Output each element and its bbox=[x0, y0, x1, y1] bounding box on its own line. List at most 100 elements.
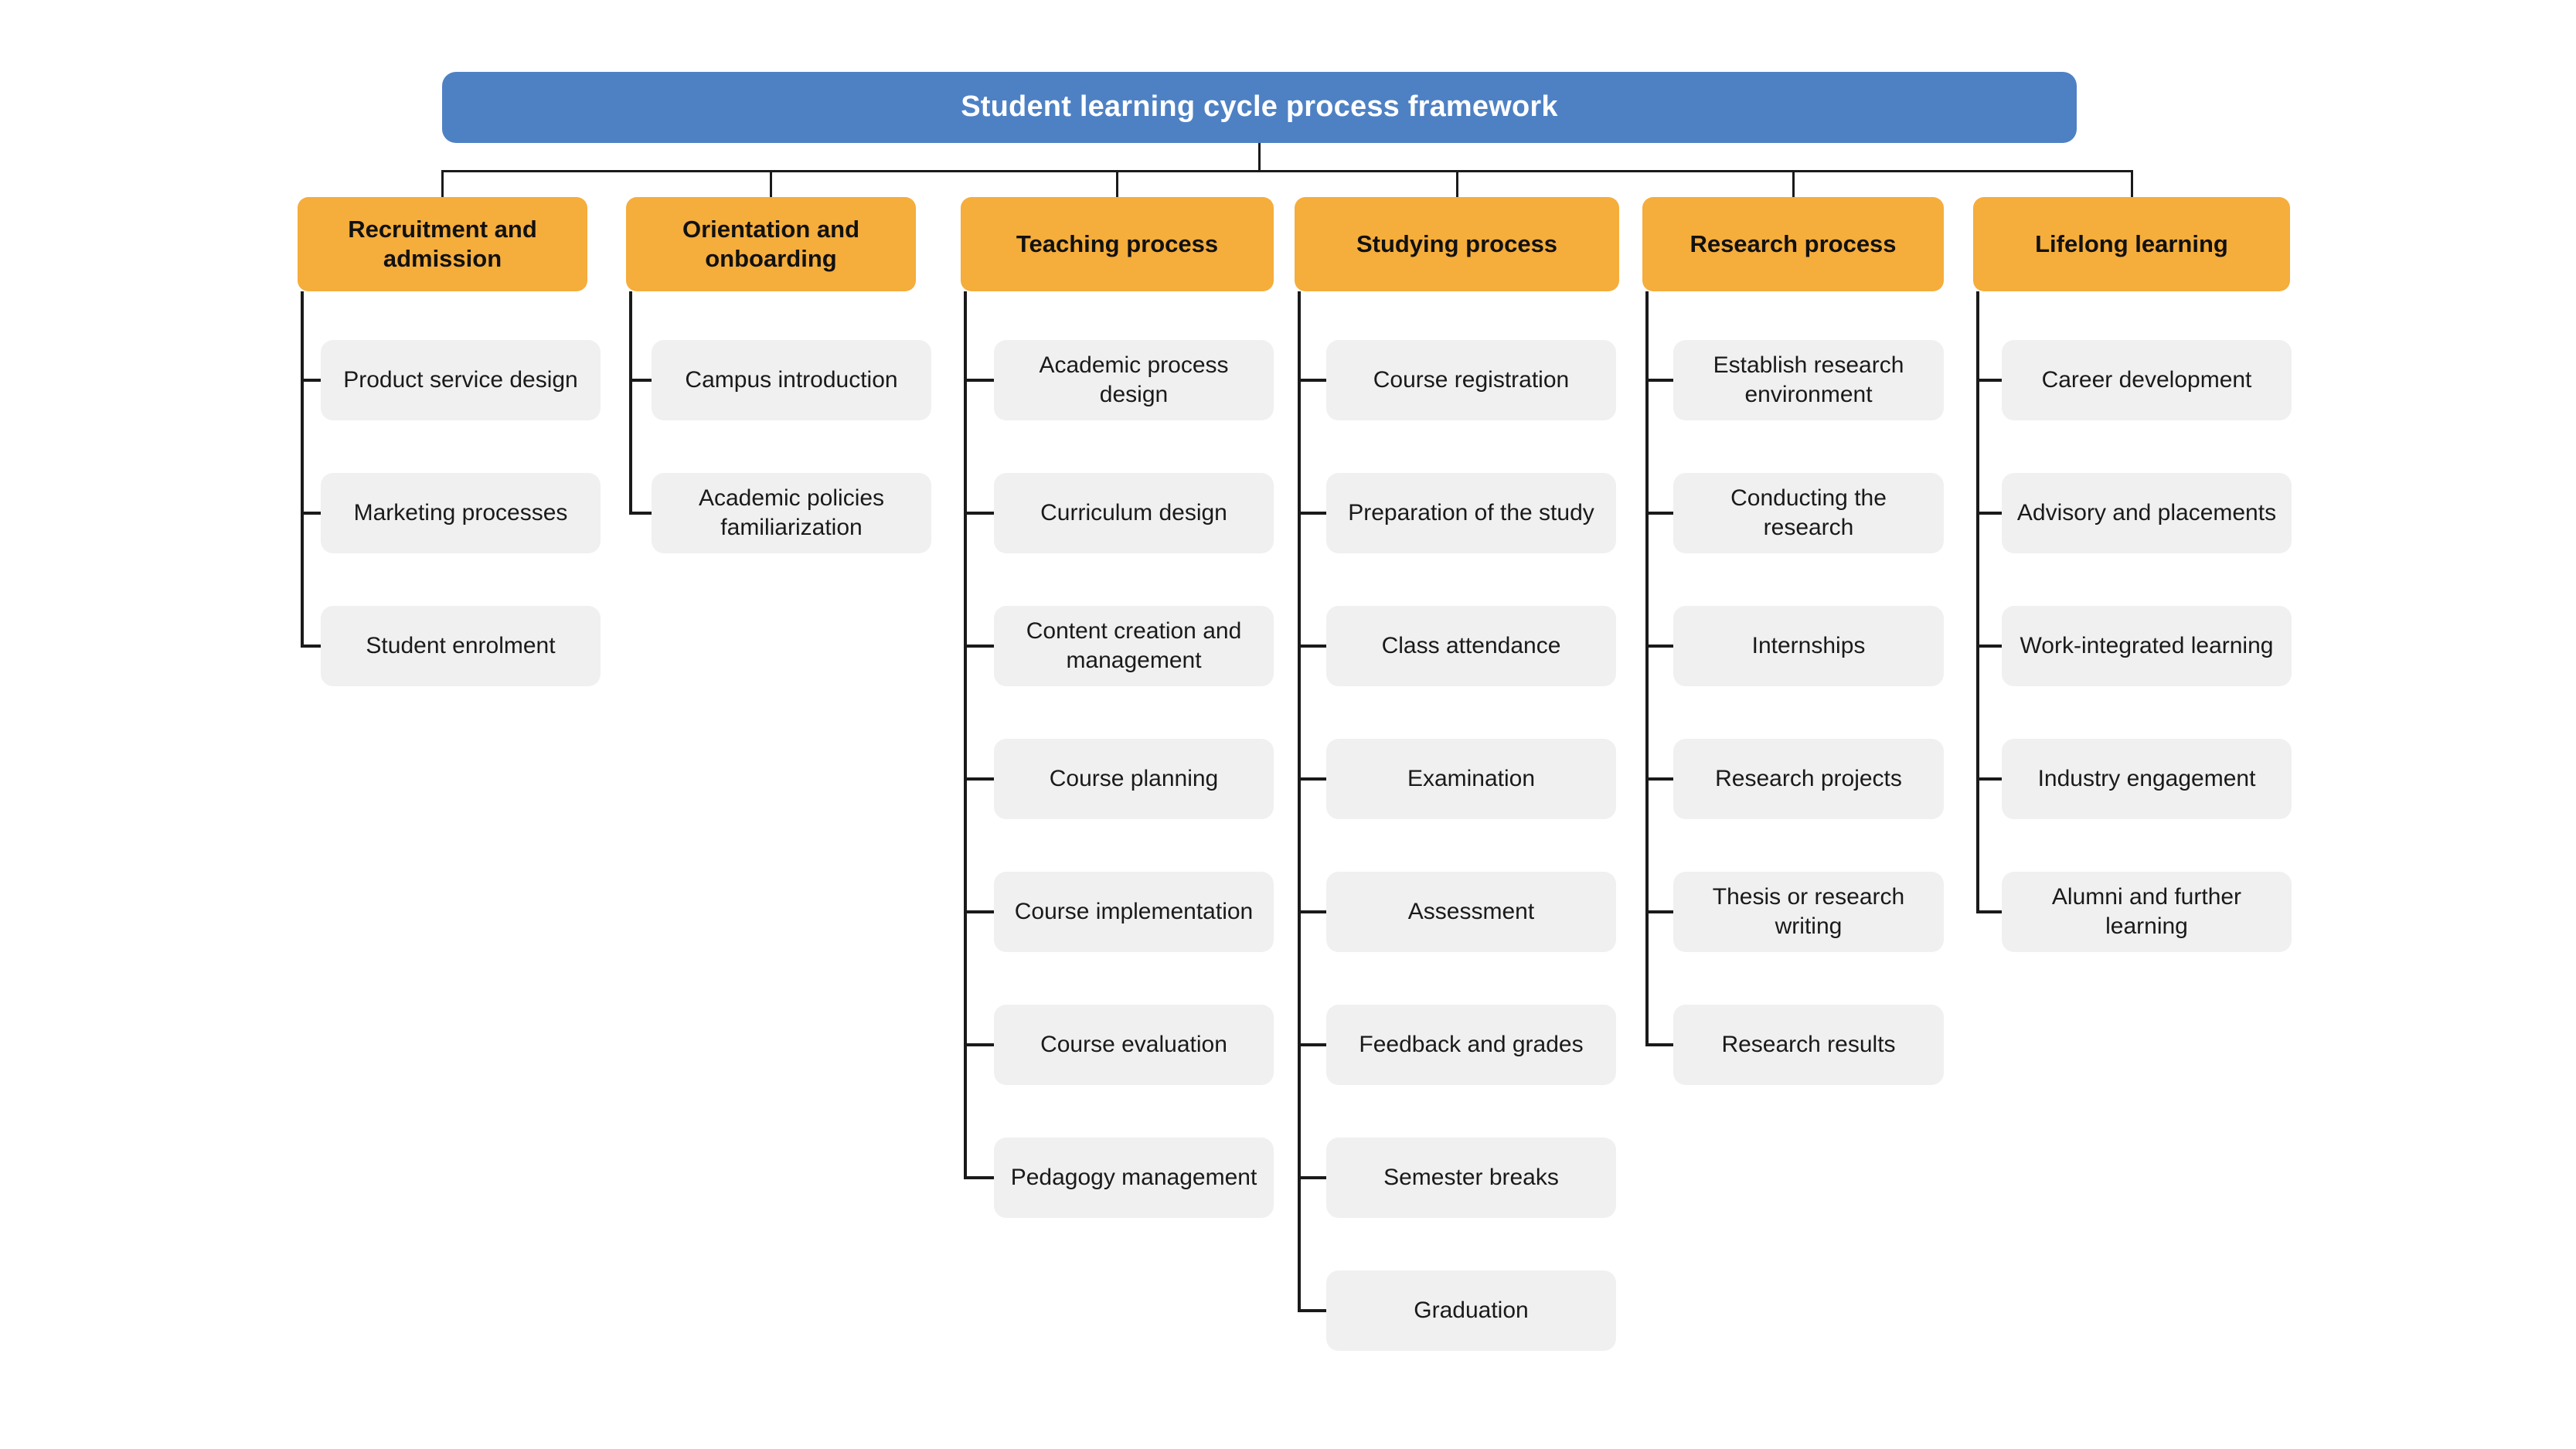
leaf-node[interactable]: Assessment bbox=[1326, 872, 1616, 952]
leaf-node[interactable]: Career development bbox=[2002, 340, 2292, 420]
leaf-node[interactable]: Thesis or research writing bbox=[1673, 872, 1944, 952]
leaf-node[interactable]: Class attendance bbox=[1326, 606, 1616, 686]
leaf-connector-stub bbox=[1298, 379, 1326, 382]
leaf-node-label: Pedagogy management bbox=[1010, 1165, 1257, 1191]
leaf-connector-stub bbox=[1298, 910, 1326, 913]
root-node-student-learning-cycle[interactable]: Student learning cycle process framework bbox=[442, 72, 2077, 143]
leaf-node[interactable]: Student enrolment bbox=[321, 606, 601, 686]
leaf-node-label: Internships bbox=[1751, 633, 1866, 659]
column-header-teaching-process[interactable]: Teaching process bbox=[961, 197, 1274, 291]
leaf-connector-stub bbox=[964, 910, 994, 913]
leaf-node-label: Course implementation bbox=[1014, 899, 1254, 925]
leaf-node[interactable]: Examination bbox=[1326, 739, 1616, 819]
leaf-node[interactable]: Alumni and further learning bbox=[2002, 872, 2292, 952]
leaf-node[interactable]: Course registration bbox=[1326, 340, 1616, 420]
leaf-connector-stub bbox=[964, 1176, 994, 1179]
leaf-node-label: Course planning bbox=[1049, 766, 1219, 792]
root-bus-connector bbox=[442, 170, 2132, 172]
leaf-node[interactable]: Graduation bbox=[1326, 1270, 1616, 1351]
leaf-connector-stub bbox=[1645, 1043, 1673, 1046]
leaf-connector-stub bbox=[1298, 1043, 1326, 1046]
leaf-node-label: Research projects bbox=[1715, 766, 1902, 792]
leaf-node[interactable]: Internships bbox=[1673, 606, 1944, 686]
column-trunk-connector-lifelong-learning bbox=[1976, 291, 1979, 912]
leaf-node[interactable]: Preparation of the study bbox=[1326, 473, 1616, 553]
leaf-node[interactable]: Conducting the research bbox=[1673, 473, 1944, 553]
leaf-node-label: Student enrolment bbox=[366, 633, 556, 659]
leaf-node-label: Academic process design bbox=[1039, 352, 1229, 407]
column-header-label: Orientation and onboarding bbox=[682, 216, 860, 272]
column-header-recruitment-and-admission[interactable]: Recruitment and admission bbox=[298, 197, 587, 291]
leaf-node[interactable]: Pedagogy management bbox=[994, 1138, 1274, 1218]
leaf-connector-stub bbox=[964, 645, 994, 648]
leaf-connector-stub bbox=[1645, 512, 1673, 515]
leaf-node[interactable]: Semester breaks bbox=[1326, 1138, 1616, 1218]
column-trunk-connector-orientation-and-onboarding bbox=[629, 291, 632, 513]
column-header-research-process[interactable]: Research process bbox=[1642, 197, 1944, 291]
leaf-node[interactable]: Content creation and management bbox=[994, 606, 1274, 686]
leaf-connector-stub bbox=[964, 1043, 994, 1046]
leaf-connector-stub bbox=[1298, 645, 1326, 648]
leaf-node-label: Establish research environment bbox=[1713, 352, 1904, 407]
leaf-node-label: Examination bbox=[1407, 766, 1536, 792]
leaf-node[interactable]: Research results bbox=[1673, 1005, 1944, 1085]
leaf-node-label: Conducting the research bbox=[1730, 485, 1887, 540]
leaf-node-label: Academic policies familiarization bbox=[698, 485, 885, 540]
column-drop-connector bbox=[1792, 170, 1795, 197]
leaf-node[interactable]: Academic process design bbox=[994, 340, 1274, 420]
root-node-label: Student learning cycle process framework bbox=[961, 90, 1558, 124]
leaf-node[interactable]: Research projects bbox=[1673, 739, 1944, 819]
column-header-label: Recruitment and admission bbox=[348, 216, 537, 272]
leaf-node[interactable]: Course planning bbox=[994, 739, 1274, 819]
leaf-node-label: Campus introduction bbox=[685, 367, 898, 393]
leaf-node[interactable]: Industry engagement bbox=[2002, 739, 2292, 819]
leaf-connector-stub bbox=[1645, 645, 1673, 648]
column-header-label: Studying process bbox=[1356, 230, 1558, 258]
leaf-connector-stub bbox=[964, 512, 994, 515]
column-trunk-connector-research-process bbox=[1645, 291, 1649, 1045]
column-header-studying-process[interactable]: Studying process bbox=[1295, 197, 1619, 291]
leaf-node[interactable]: Product service design bbox=[321, 340, 601, 420]
leaf-node-label: Assessment bbox=[1407, 899, 1535, 925]
column-header-orientation-and-onboarding[interactable]: Orientation and onboarding bbox=[626, 197, 916, 291]
leaf-node[interactable]: Feedback and grades bbox=[1326, 1005, 1616, 1085]
leaf-node-label: Advisory and placements bbox=[2016, 500, 2277, 526]
column-header-lifelong-learning[interactable]: Lifelong learning bbox=[1973, 197, 2290, 291]
leaf-node[interactable]: Course implementation bbox=[994, 872, 1274, 952]
leaf-connector-stub bbox=[1298, 777, 1326, 781]
leaf-connector-stub bbox=[301, 379, 321, 382]
leaf-node-label: Industry engagement bbox=[2037, 766, 2256, 792]
leaf-connector-stub bbox=[1976, 512, 2002, 515]
column-drop-connector bbox=[441, 170, 444, 197]
leaf-node-label: Graduation bbox=[1414, 1298, 1529, 1324]
column-header-label: Teaching process bbox=[1016, 230, 1219, 258]
leaf-node-label: Semester breaks bbox=[1383, 1165, 1559, 1191]
leaf-node[interactable]: Curriculum design bbox=[994, 473, 1274, 553]
leaf-node-label: Preparation of the study bbox=[1348, 500, 1594, 526]
org-chart-canvas: Student learning cycle process framework… bbox=[0, 0, 2576, 1449]
leaf-node-label: Work-integrated learning bbox=[2020, 633, 2274, 659]
leaf-node-label: Alumni and further learning bbox=[2051, 884, 2242, 939]
leaf-node-label: Content creation and management bbox=[1026, 618, 1242, 673]
leaf-node[interactable]: Campus introduction bbox=[652, 340, 931, 420]
leaf-node[interactable]: Academic policies familiarization bbox=[652, 473, 931, 553]
column-trunk-connector-recruitment-and-admission bbox=[301, 291, 304, 646]
leaf-connector-stub bbox=[1976, 379, 2002, 382]
leaf-node-label: Research results bbox=[1721, 1032, 1896, 1058]
leaf-connector-stub bbox=[1976, 645, 2002, 648]
column-drop-connector bbox=[1455, 170, 1458, 197]
column-drop-connector bbox=[2130, 170, 2133, 197]
leaf-node-label: Feedback and grades bbox=[1359, 1032, 1584, 1058]
leaf-node[interactable]: Course evaluation bbox=[994, 1005, 1274, 1085]
leaf-connector-stub bbox=[964, 777, 994, 781]
leaf-node[interactable]: Advisory and placements bbox=[2002, 473, 2292, 553]
column-header-label: Lifelong learning bbox=[2035, 230, 2228, 258]
leaf-node[interactable]: Establish research environment bbox=[1673, 340, 1944, 420]
column-drop-connector bbox=[770, 170, 772, 197]
leaf-node[interactable]: Marketing processes bbox=[321, 473, 601, 553]
leaf-node[interactable]: Work-integrated learning bbox=[2002, 606, 2292, 686]
leaf-connector-stub bbox=[1298, 512, 1326, 515]
leaf-node-label: Class attendance bbox=[1381, 633, 1561, 659]
column-drop-connector bbox=[1116, 170, 1118, 197]
leaf-connector-stub bbox=[301, 512, 321, 515]
